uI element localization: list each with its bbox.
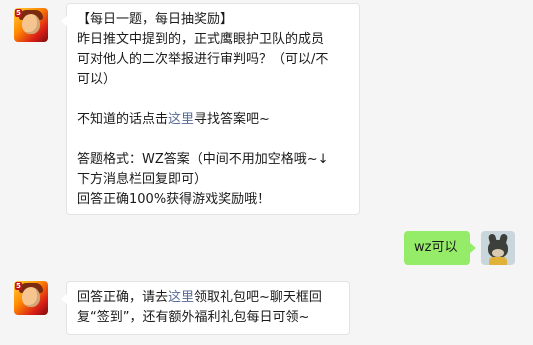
message-bubble-question[interactable]: 【每日一题，每日抽奖励】 昨日推文中提到的，正式鹰眼护卫队的成员 可对他人的二次…	[61, 3, 360, 215]
reply-text: 领取礼包吧~聊天框回	[194, 290, 322, 305]
official-account-avatar[interactable]: 5	[14, 8, 48, 42]
message-line: 【每日一题，每日抽奖励】	[77, 12, 234, 27]
reply-line: 回答正确，请去这里领取礼包吧~聊天框回	[77, 288, 339, 308]
format-line: 回答正确100%获得游戏奖励哦！	[77, 192, 271, 207]
reply-text: 回答正确，请去	[77, 290, 169, 305]
hint-text: 寻找答案吧~	[194, 112, 270, 127]
answer-link[interactable]: 这里	[168, 112, 194, 127]
hint-text: 不知道的话点击	[77, 112, 169, 127]
message-line: 昨日推文中提到的，正式鹰眼护卫队的成员	[77, 32, 325, 47]
official-account-avatar[interactable]: 5	[14, 281, 48, 315]
user-message-text: wz可以	[414, 240, 458, 255]
message-bubble-user-answer[interactable]: wz可以	[404, 231, 476, 265]
reply-line: 复“签到”，还有额外福利礼包每日可领~	[77, 310, 310, 325]
message-line: 可以）	[77, 72, 117, 87]
gift-link[interactable]: 这里	[168, 290, 194, 305]
message-line: 可对他人的二次举报进行审判吗？（可以/不	[77, 52, 329, 67]
format-line: 下方消息栏回复即可）	[77, 172, 208, 187]
format-line: 答题格式：WZ答案（中间不用加空格哦~↓	[77, 152, 329, 167]
message-bubble-reply[interactable]: 回答正确，请去这里领取礼包吧~聊天框回 复“签到”，还有额外福利礼包每日可领~	[61, 281, 350, 335]
hint-line: 不知道的话点击这里寻找答案吧~	[77, 110, 349, 130]
user-avatar[interactable]	[481, 231, 515, 265]
